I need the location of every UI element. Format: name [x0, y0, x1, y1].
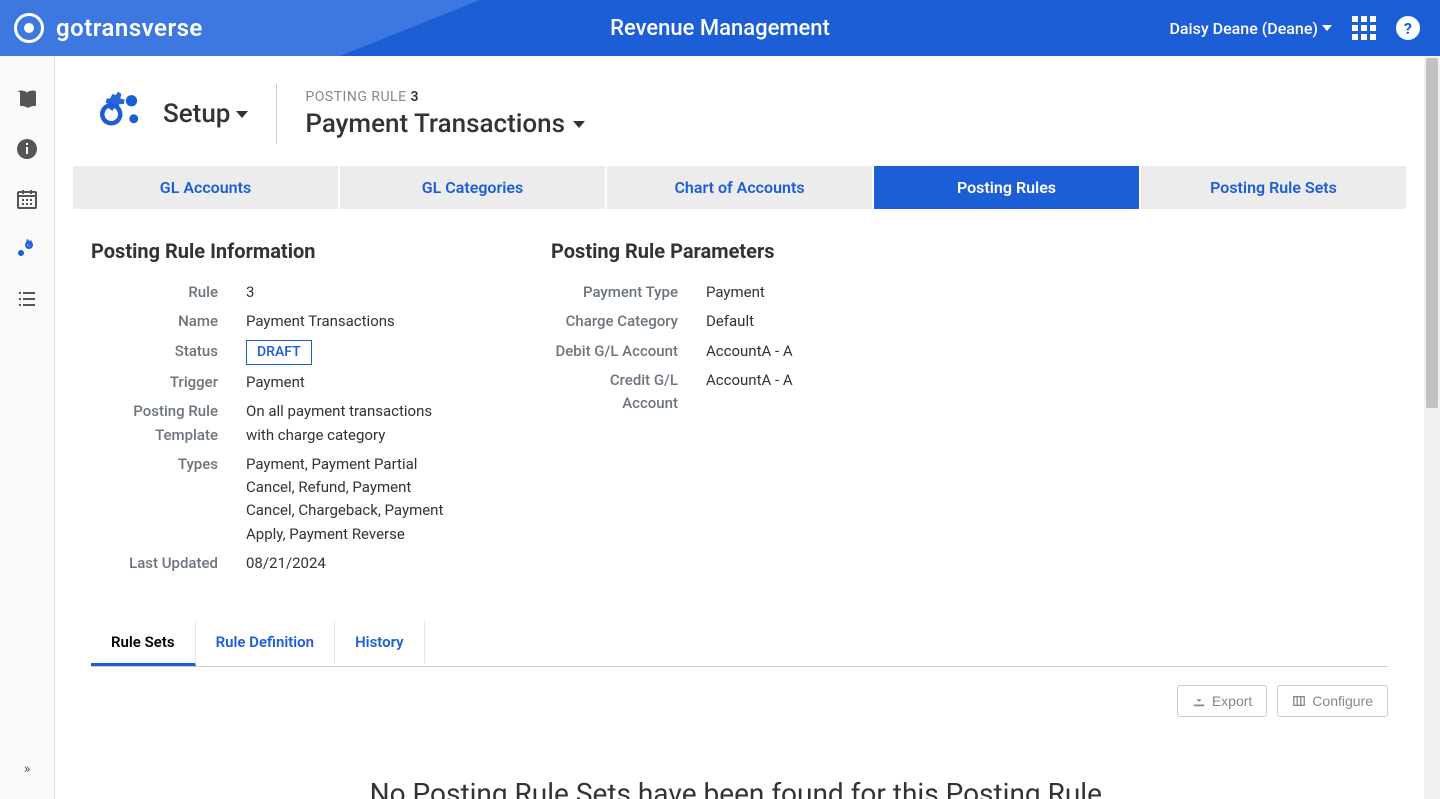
field-label-chargecat: Charge Category	[551, 310, 706, 333]
book-icon	[15, 87, 39, 111]
header-accent-slant	[340, 0, 480, 56]
status-badge: DRAFT	[246, 340, 312, 366]
subtab-rule-sets[interactable]: Rule Sets	[91, 621, 196, 666]
field-value-updated: 08/21/2024	[246, 552, 446, 575]
configure-button[interactable]: Configure	[1277, 685, 1388, 717]
field-value-template: On all payment transactions with charge …	[246, 400, 446, 447]
calendar-icon	[15, 187, 39, 211]
tab-gl-categories[interactable]: GL Categories	[340, 166, 607, 209]
header-right: Daisy Deane (Deane) ?	[1169, 16, 1440, 40]
params-heading: Posting Rule Parameters	[551, 239, 951, 263]
breadcrumb-prefix: POSTING RULE	[305, 89, 406, 105]
field-value-rule: 3	[246, 281, 446, 304]
tab-posting-rules[interactable]: Posting Rules	[874, 166, 1141, 209]
tab-gl-accounts[interactable]: GL Accounts	[73, 166, 340, 209]
field-value-trigger: Payment	[246, 371, 446, 394]
page-title: Revenue Management	[610, 16, 830, 41]
field-label-credit: Credit G/L Account	[551, 369, 706, 416]
field-value-chargecat: Default	[706, 310, 906, 333]
field-value-paytype: Payment	[706, 281, 906, 304]
apps-grid-icon[interactable]	[1352, 16, 1376, 40]
sidebar-expand[interactable]: »	[0, 749, 54, 789]
download-icon	[1192, 694, 1206, 708]
setup-label-text: Setup	[163, 99, 230, 129]
section-tabs: GL Accounts GL Categories Chart of Accou…	[73, 166, 1406, 209]
posting-rule-params: Posting Rule Parameters Payment Type Pay…	[551, 239, 951, 581]
info-heading: Posting Rule Information	[91, 239, 491, 263]
detail-subtabs: Rule Sets Rule Definition History	[91, 621, 1388, 667]
help-icon[interactable]: ?	[1396, 16, 1420, 40]
sidebar-item-setup[interactable]	[0, 224, 54, 274]
field-value-credit: AccountA - A	[706, 369, 906, 416]
field-label-trigger: Trigger	[91, 371, 246, 394]
field-label-template: Posting Rule Template	[91, 400, 246, 447]
actions-row: Export Configure	[73, 667, 1406, 717]
field-label-status: Status	[91, 340, 246, 366]
field-label-debit: Debit G/L Account	[551, 340, 706, 363]
field-label-name: Name	[91, 310, 246, 333]
tab-chart-of-accounts[interactable]: Chart of Accounts	[607, 166, 874, 209]
scrollbar-thumb[interactable]	[1426, 58, 1438, 408]
info-icon	[15, 137, 39, 161]
field-value-debit: AccountA - A	[706, 340, 906, 363]
chevron-right-double-icon: »	[24, 761, 31, 777]
subtab-rule-definition[interactable]: Rule Definition	[196, 621, 335, 666]
field-value-types: Payment, Payment Partial Cancel, Refund,…	[246, 453, 446, 546]
scrollbar[interactable]	[1424, 56, 1440, 799]
setup-dropdown[interactable]: Setup	[163, 99, 248, 129]
field-value-status: DRAFT	[246, 340, 446, 366]
empty-message: No Posting Rule Sets have been found for…	[73, 717, 1406, 799]
list-icon	[15, 287, 39, 311]
brand-logo-icon	[14, 13, 44, 43]
gears-icon	[15, 237, 39, 261]
configure-label: Configure	[1312, 693, 1373, 709]
subtab-history[interactable]: History	[335, 621, 425, 666]
setup-block: Setup	[91, 85, 248, 143]
breadcrumb: POSTING RULE 3 Payment Transactions	[305, 89, 585, 139]
field-label-paytype: Payment Type	[551, 281, 706, 304]
chevron-down-icon	[1322, 25, 1332, 31]
field-label-rule: Rule	[91, 281, 246, 304]
export-label: Export	[1212, 693, 1252, 709]
chevron-down-icon	[236, 111, 248, 118]
breadcrumb-title-text: Payment Transactions	[305, 109, 565, 139]
field-label-types: Types	[91, 453, 246, 546]
page-head: Setup POSTING RULE 3 Payment Transaction…	[73, 56, 1406, 166]
posting-rule-info: Posting Rule Information Rule 3 Name Pay…	[91, 239, 491, 581]
breadcrumb-title-dropdown[interactable]: Payment Transactions	[305, 109, 585, 139]
columns-icon	[1292, 694, 1306, 708]
brand-name: gotransverse	[56, 14, 203, 42]
divider	[276, 84, 277, 144]
sidebar-item-list[interactable]	[0, 274, 54, 324]
field-value-name: Payment Transactions	[246, 310, 446, 333]
sidebar-item-info[interactable]	[0, 124, 54, 174]
sidebar-item-book[interactable]	[0, 74, 54, 124]
export-button[interactable]: Export	[1177, 685, 1267, 717]
user-name: Daisy Deane (Deane)	[1169, 19, 1318, 38]
main-content: Setup POSTING RULE 3 Payment Transaction…	[55, 56, 1440, 799]
sidebar: »	[0, 56, 55, 799]
info-row: Posting Rule Information Rule 3 Name Pay…	[73, 239, 1406, 581]
field-label-updated: Last Updated	[91, 552, 246, 575]
sidebar-item-calendar[interactable]	[0, 174, 54, 224]
logo-area[interactable]: gotransverse	[0, 13, 203, 43]
breadcrumb-id: 3	[411, 89, 420, 105]
breadcrumb-label: POSTING RULE 3	[305, 89, 585, 105]
app-header: gotransverse Revenue Management Daisy De…	[0, 0, 1440, 56]
gears-large-icon	[91, 85, 145, 143]
layout: » Setup POSTING RULE 3	[0, 56, 1440, 799]
tab-posting-rule-sets[interactable]: Posting Rule Sets	[1141, 166, 1406, 209]
chevron-down-icon	[573, 121, 585, 128]
user-menu[interactable]: Daisy Deane (Deane)	[1169, 19, 1332, 38]
